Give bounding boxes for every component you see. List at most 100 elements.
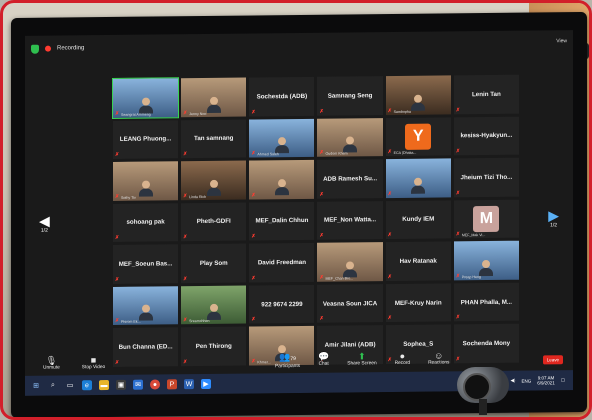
participant-tile[interactable]: MEF_Non Watta... ✗ xyxy=(317,200,383,241)
participant-video-feed xyxy=(274,137,289,154)
file-explorer-icon[interactable]: ▬ xyxy=(99,379,109,391)
edge-browser-icon[interactable]: e xyxy=(82,380,92,391)
participant-tile[interactable]: M ✗ MEF_Mak Vi... xyxy=(453,199,519,239)
participant-video-feed xyxy=(411,177,426,194)
prev-page-control[interactable]: ◀ 1/2 xyxy=(39,213,50,234)
participant-name: Lenin Tan xyxy=(472,90,501,98)
record-label: Record xyxy=(394,360,411,366)
participant-tile[interactable]: LEANG Phuong... ✗ xyxy=(113,119,179,160)
participant-count: 79 xyxy=(290,355,296,362)
participant-tile[interactable]: ✗ Sothy Tiv xyxy=(113,161,179,201)
search-icon[interactable]: ⌕ xyxy=(48,381,58,391)
participant-tile[interactable]: ✗ Sreamchhen xyxy=(181,285,247,325)
muted-mic-icon: ✗ xyxy=(387,232,392,239)
participant-tile[interactable]: ✗ Ahmed Saleh xyxy=(249,118,315,158)
webcam-device xyxy=(449,359,519,415)
participant-tile[interactable]: Kundy IEM ✗ xyxy=(385,200,451,240)
participant-tile[interactable]: Y ✗ ECA (Dhaka... xyxy=(385,116,451,157)
participant-tile[interactable]: ✗ xyxy=(249,159,315,200)
participant-name-tag: Jenny Noo xyxy=(189,111,207,116)
participant-name-tag: Sreamchhen xyxy=(189,319,210,324)
clock-date: 6/9/2021 xyxy=(537,380,555,386)
participant-tile[interactable]: ✗ xyxy=(385,158,451,198)
participant-tile[interactable]: Hav Ratanak ✗ xyxy=(385,241,451,281)
participant-tile[interactable]: MEF_Soeun Bas... ✗ xyxy=(113,244,179,284)
participant-tile[interactable]: ✗ Jenny Noo xyxy=(181,77,247,117)
participant-tile[interactable]: kesiss-Hyakyun... ✗ xyxy=(453,116,519,156)
share-screen-button[interactable]: ⬆ Share Screen xyxy=(347,351,376,368)
chat-bubble-icon: 💬 xyxy=(318,351,330,362)
participant-name: David Freedman xyxy=(257,258,306,267)
participant-tile[interactable]: ✗ Preap Heng xyxy=(453,240,519,281)
muted-mic-icon: ✗ xyxy=(115,235,120,242)
webcam-lens xyxy=(463,373,491,401)
participant-tile[interactable]: ✗ MEF_Chan Bro... xyxy=(317,242,383,282)
participant-tile[interactable]: ✗ Oudom Khem xyxy=(317,117,383,157)
participant-video-feed xyxy=(138,304,153,322)
participant-avatar: M xyxy=(473,205,500,233)
participant-tile[interactable]: Pheth-GDFI ✗ xyxy=(181,202,247,242)
next-page-control[interactable]: ▶ 1/2 xyxy=(548,207,559,228)
participant-tile[interactable]: Jheium Tizi Tho... ✗ xyxy=(453,157,519,198)
participant-tile[interactable]: sohoang pak ✗ xyxy=(113,202,179,243)
participant-tile[interactable]: Veasna Soun JICA ✗ xyxy=(317,283,383,324)
participant-tile[interactable]: Play Som ✗ xyxy=(181,243,247,284)
powerpoint-icon[interactable]: P xyxy=(167,379,177,390)
clock-time: 9:07 AM xyxy=(537,374,555,381)
participant-name-tag: Linda Rich xyxy=(189,194,207,199)
muted-mic-icon: ✗ xyxy=(251,316,256,323)
security-shield-icon[interactable] xyxy=(31,44,39,54)
windows-start-icon[interactable]: ⊞ xyxy=(31,381,41,391)
participant-video-feed xyxy=(411,94,426,111)
participant-tile[interactable]: David Freedman ✗ xyxy=(249,243,315,283)
participant-tile[interactable]: Sochestda (ADB) ✗ xyxy=(249,76,315,117)
participant-tile[interactable]: PHAN Phalla, M... ✗ xyxy=(453,282,519,322)
muted-mic-icon: ✗ xyxy=(115,318,120,325)
language-indicator[interactable]: ENG xyxy=(521,378,531,383)
unmute-button[interactable]: 🎙 Unmute xyxy=(43,355,60,370)
participant-tile[interactable]: 922 9674 2299 ✗ xyxy=(249,284,315,324)
leave-button[interactable]: Leave xyxy=(542,355,563,365)
participants-button[interactable]: 👥79 Participants xyxy=(275,351,300,369)
video-camera-icon: ■ xyxy=(90,354,97,365)
notification-icon[interactable]: ▢ xyxy=(561,377,565,383)
chrome-icon[interactable]: ● xyxy=(150,379,160,390)
stop-video-button[interactable]: ■ Stop Video xyxy=(82,355,105,370)
muted-mic-icon: ✗ xyxy=(251,233,256,240)
participant-tile[interactable]: MEF-Kruy Narin ✗ xyxy=(385,283,451,323)
muted-mic-icon: ✗ xyxy=(115,276,120,283)
clock[interactable]: 9:07 AM 6/9/2021 xyxy=(537,375,555,386)
zoom-app-icon[interactable]: ▶ xyxy=(201,378,211,390)
chat-button[interactable]: 💬 Chat xyxy=(318,351,329,368)
participant-name: LEANG Phuong... xyxy=(119,135,172,144)
participant-tile[interactable]: MEF_Dalin Chhun ✗ xyxy=(249,201,315,241)
record-button[interactable]: ● Record xyxy=(395,350,410,367)
muted-mic-icon: ✗ xyxy=(387,190,392,197)
participant-tile[interactable]: ✗ Phirom Ek... xyxy=(113,286,179,326)
participant-tile[interactable]: ✗ Linda Rich xyxy=(181,160,247,200)
participant-name: 922 9674 2299 xyxy=(261,300,303,309)
word-icon[interactable]: W xyxy=(184,379,194,390)
view-button[interactable]: View xyxy=(556,38,567,44)
participant-name: sohoang pak xyxy=(126,218,165,227)
participant-tile[interactable]: ✗ Sambopha xyxy=(385,75,451,115)
participant-tile[interactable]: Samnang Seng ✗ xyxy=(317,76,383,116)
participant-tile[interactable]: Lenin Tan ✗ xyxy=(453,74,519,114)
chevron-right-icon[interactable]: ▶ xyxy=(548,207,559,223)
muted-mic-icon: ✗ xyxy=(455,106,461,113)
participant-tile[interactable]: ADB Ramesh Su... ✗ xyxy=(317,159,383,199)
store-icon[interactable]: ▣ xyxy=(116,379,126,390)
task-view-icon[interactable]: ▭ xyxy=(65,380,75,390)
participant-video-feed xyxy=(479,259,494,276)
participant-tile[interactable]: Tan samnang ✗ xyxy=(181,119,247,159)
participant-name-tag: Sothy Tiv xyxy=(121,195,136,200)
reactions-button[interactable]: ☺ Reactions xyxy=(428,350,449,367)
participant-video-feed xyxy=(274,178,289,195)
participant-name-tag: Preap Heng xyxy=(461,274,482,280)
participant-name: Kundy IEM xyxy=(402,216,435,224)
microphone-muted-icon: 🎙 xyxy=(45,355,58,366)
recording-dot-icon xyxy=(45,45,51,52)
chevron-left-icon[interactable]: ◀ xyxy=(39,213,50,229)
participant-tile[interactable]: ✗ Seangrat Ammeng xyxy=(111,77,180,119)
mail-icon[interactable]: ✉ xyxy=(133,379,143,390)
